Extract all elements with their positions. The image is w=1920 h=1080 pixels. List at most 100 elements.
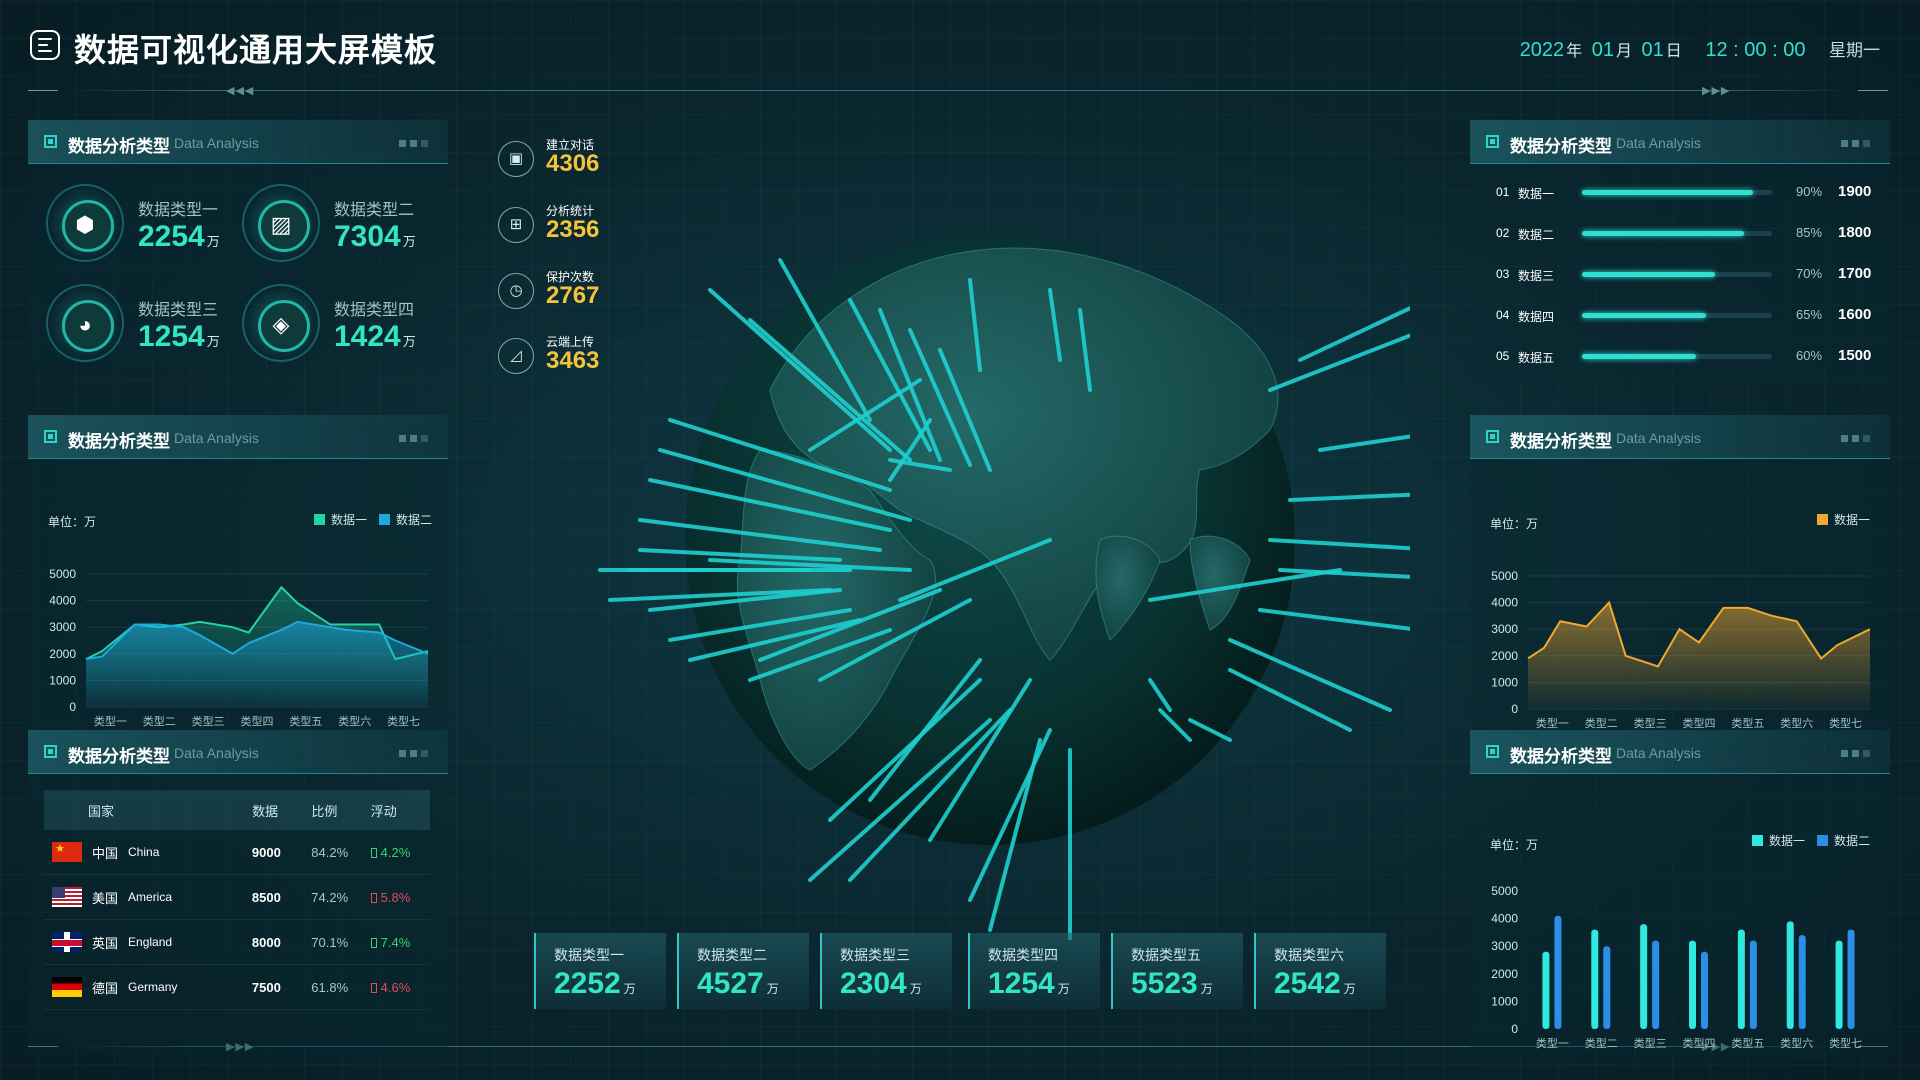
china-flag-icon bbox=[52, 842, 82, 862]
x-tick-label: 类型五 bbox=[289, 714, 322, 728]
x-tick-label: 类型二 bbox=[1585, 1036, 1618, 1050]
cell-ratio: 61.8% bbox=[311, 979, 349, 995]
x-tick-label: 类型六 bbox=[1780, 1036, 1813, 1050]
x-tick-label: 类型六 bbox=[338, 714, 371, 728]
y-tick-label: 1000 bbox=[1491, 994, 1518, 1008]
bar bbox=[1835, 940, 1843, 1029]
progress-row[interactable]: 03 数据三 70% 1700 bbox=[1496, 262, 1876, 286]
progress-fill bbox=[1582, 354, 1696, 359]
panel-subtitle: Data Analysis bbox=[174, 430, 259, 446]
y-tick-label: 5000 bbox=[1491, 569, 1518, 583]
cell-float: 4.2% bbox=[370, 845, 430, 860]
bottom-card[interactable]: 数据类型二 4527 万 bbox=[677, 933, 809, 1009]
menu-logo-icon[interactable] bbox=[30, 30, 60, 60]
table-row[interactable]: 德国 Germany 7500 61.8% 4.6% bbox=[44, 965, 430, 1010]
stat-item: ◈ 数据类型四 1424 万 bbox=[242, 284, 442, 374]
progress-percent: 65% bbox=[1796, 307, 1823, 322]
data-ray bbox=[1288, 492, 1410, 502]
arrows-right-icon: ▶▶▶ bbox=[1702, 85, 1731, 97]
progress-index: 04 bbox=[1496, 308, 1510, 322]
usa-flag-icon bbox=[52, 887, 82, 907]
panel-body: 单位：万 数据一 数据二 0 1000 2000 3000 4000 5000 类型一 类型二… bbox=[1470, 774, 1890, 1059]
col-ratio[interactable]: 比例 bbox=[311, 801, 370, 820]
card-label: 数据类型二 bbox=[697, 947, 767, 963]
datetime: 2022 年 01 月 01 日 12 : 00 : 00 星期一 bbox=[1516, 36, 1880, 62]
x-tick-label: 类型七 bbox=[1829, 716, 1862, 730]
pie-chart-icon: ◕ bbox=[46, 284, 124, 362]
y-tick-label: 4000 bbox=[1491, 912, 1518, 926]
bottom-card[interactable]: 数据类型五 5523 万 bbox=[1111, 933, 1243, 1009]
panel-dots-icon bbox=[1841, 435, 1870, 442]
x-tick-label: 类型四 bbox=[1683, 1036, 1716, 1050]
y-tick-label: 5000 bbox=[49, 567, 76, 581]
table-row[interactable]: 美国 America 8500 74.2% 5.8% bbox=[44, 875, 430, 920]
stat-label: 数据类型二 bbox=[334, 202, 415, 219]
panel-title: 数据分析类型 bbox=[68, 747, 170, 766]
bottom-card[interactable]: 数据类型一 2252 万 bbox=[534, 933, 666, 1009]
progress-row[interactable]: 04 数据四 65% 1600 bbox=[1496, 303, 1876, 327]
panel-header: 数据分析类型 Data Analysis bbox=[28, 730, 448, 774]
bar bbox=[1542, 951, 1550, 1029]
y-tick-label: 3000 bbox=[1491, 622, 1518, 636]
bottom-card[interactable]: 数据类型四 1254 万 bbox=[968, 933, 1100, 1009]
progress-percent: 60% bbox=[1796, 348, 1823, 363]
header: 数据可视化通用大屏模板 2022 年 01 月 01 日 12 : 00 : 00 星… bbox=[0, 0, 1920, 92]
panel-header: 数据分析类型 Data Analysis bbox=[1470, 730, 1890, 774]
card-value: 2304 万 bbox=[840, 967, 922, 1000]
table-header: 国家 数据 比例 浮动 bbox=[44, 790, 430, 830]
bottom-card[interactable]: 数据类型六 2542 万 bbox=[1254, 933, 1386, 1009]
card-value: 4527 万 bbox=[697, 967, 779, 1000]
header-divider bbox=[64, 90, 1856, 91]
bar-chart: 0 1000 2000 3000 4000 5000 类型一 类型二 类型三 类型四 类型五 类型六 类… bbox=[1491, 884, 1862, 1050]
cell-data: 7500 bbox=[251, 979, 281, 995]
progress-name: 数据三 bbox=[1518, 269, 1555, 283]
progress-row[interactable]: 05 数据五 60% 1500 bbox=[1496, 344, 1876, 368]
y-tick-label: 5000 bbox=[1491, 884, 1518, 898]
panel-dots-icon bbox=[399, 435, 428, 442]
progress-index: 02 bbox=[1496, 226, 1510, 240]
bar bbox=[1701, 951, 1708, 1029]
table-row[interactable]: 中国China 9000 84.2% 4.2% bbox=[44, 830, 430, 875]
y-tick-label: 0 bbox=[1511, 1022, 1518, 1036]
uk-flag-icon bbox=[52, 932, 82, 952]
bottom-card[interactable]: 数据类型三 2304 万 bbox=[820, 933, 952, 1009]
x-tick-label: 类型一 bbox=[1536, 716, 1569, 730]
panel-progress: 数据分析类型 Data Analysis 01 数据一 90% 1900 02 数据二 85… bbox=[1470, 120, 1890, 384]
table-row[interactable]: 英国 England 8000 70.1% 7.4% bbox=[44, 920, 430, 965]
col-data[interactable]: 数据 bbox=[252, 801, 311, 820]
col-country[interactable]: 国家 bbox=[44, 801, 252, 820]
col-float[interactable]: 浮动 bbox=[371, 801, 430, 820]
bar bbox=[1689, 940, 1696, 1029]
progress-fill bbox=[1582, 272, 1715, 277]
cell-data: 8500 bbox=[251, 889, 281, 905]
panel-stats: 数据分析类型 Data Analysis ⬢ 数据类型一 2254 万 ▨ 数据类… bbox=[28, 120, 448, 364]
progress-fill bbox=[1582, 190, 1753, 195]
y-tick-label: 0 bbox=[69, 700, 76, 714]
progress-percent: 85% bbox=[1796, 225, 1823, 240]
stat-item: ▨ 数据类型二 7304 万 bbox=[242, 184, 442, 274]
progress-value: 1700 bbox=[1838, 265, 1872, 282]
panel-square-icon bbox=[1486, 745, 1499, 758]
cell-float: 7.4% bbox=[370, 935, 430, 950]
y-tick-label: 2000 bbox=[1491, 649, 1518, 663]
progress-row[interactable]: 02 数据二 85% 1800 bbox=[1496, 221, 1876, 245]
panel-subtitle: Data Analysis bbox=[1616, 745, 1701, 761]
germany-flag-icon bbox=[52, 977, 82, 997]
progress-name: 数据五 bbox=[1518, 351, 1555, 365]
progress-value: 1800 bbox=[1838, 224, 1872, 241]
panel-title: 数据分析类型 bbox=[68, 432, 170, 451]
y-tick-label: 1000 bbox=[49, 673, 76, 687]
progress-row[interactable]: 01 数据一 90% 1900 bbox=[1496, 180, 1876, 204]
bar bbox=[1847, 929, 1855, 1029]
x-tick-label: 类型四 bbox=[1683, 716, 1716, 730]
card-value: 5523 万 bbox=[1131, 967, 1213, 1000]
progress-track bbox=[1582, 313, 1772, 318]
stat-label: 数据类型三 bbox=[138, 302, 219, 319]
data-ray bbox=[1318, 434, 1410, 452]
cube-icon: ⬢ bbox=[46, 184, 124, 262]
x-tick-label: 类型五 bbox=[1731, 716, 1764, 730]
globe-visualization[interactable] bbox=[510, 120, 1410, 940]
bar bbox=[1640, 924, 1648, 1029]
card-value: 1254 万 bbox=[988, 967, 1070, 1000]
line-chart: 0 1000 2000 3000 4000 5000 类型一 类型二 类型三 类型四 类型五 类型六 类… bbox=[49, 567, 429, 728]
